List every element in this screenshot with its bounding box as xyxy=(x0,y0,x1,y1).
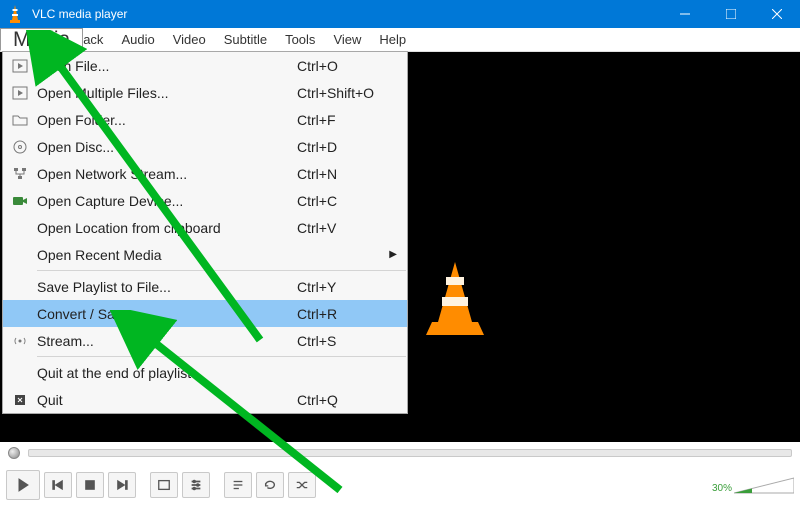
maximize-button[interactable] xyxy=(708,0,754,28)
playlist-button[interactable] xyxy=(224,472,252,498)
shuffle-button[interactable] xyxy=(288,472,316,498)
menu-shortcut: Ctrl+F xyxy=(297,112,407,128)
play-file-icon xyxy=(3,85,37,101)
menu-shortcut: Ctrl+S xyxy=(297,333,407,349)
play-file-icon xyxy=(3,58,37,74)
capture-icon xyxy=(3,193,37,209)
volume-control[interactable]: 30% xyxy=(712,476,794,494)
play-button[interactable] xyxy=(6,470,40,500)
window-title: VLC media player xyxy=(32,7,662,21)
menu-open-file[interactable]: Open File... Ctrl+O xyxy=(3,52,407,79)
menu-audio[interactable]: Audio xyxy=(112,28,163,51)
menu-help[interactable]: Help xyxy=(370,28,415,51)
menu-shortcut: Ctrl+Shift+O xyxy=(297,85,407,101)
menu-label: Open Location from clipboard xyxy=(37,220,297,236)
menu-media[interactable]: Media xyxy=(0,28,83,51)
menu-shortcut: Ctrl+O xyxy=(297,58,407,74)
menu-save-playlist[interactable]: Save Playlist to File... Ctrl+Y xyxy=(3,273,407,300)
menu-shortcut: Ctrl+V xyxy=(297,220,407,236)
next-button[interactable] xyxy=(108,472,136,498)
folder-icon xyxy=(3,112,37,128)
menu-convert-save[interactable]: Convert / Save... Ctrl+R xyxy=(3,300,407,327)
menu-view[interactable]: View xyxy=(324,28,370,51)
menu-subtitle[interactable]: Subtitle xyxy=(215,28,276,51)
menu-shortcut: Ctrl+Q xyxy=(297,392,407,408)
menu-shortcut: Ctrl+R xyxy=(297,306,407,322)
menu-separator xyxy=(37,356,406,357)
seek-handle[interactable] xyxy=(8,447,20,459)
minimize-button[interactable] xyxy=(662,0,708,28)
menu-label: Open Capture Device... xyxy=(37,193,297,209)
menu-playback-suffix[interactable]: ack xyxy=(83,28,112,51)
menu-label: Open File... xyxy=(37,58,297,74)
volume-percent: 30% xyxy=(712,483,732,494)
media-menu-dropdown: Open File... Ctrl+O Open Multiple Files.… xyxy=(2,51,408,414)
menu-tools[interactable]: Tools xyxy=(276,28,324,51)
quit-icon xyxy=(3,392,37,408)
title-bar: VLC media player xyxy=(0,0,800,28)
menu-quit-end[interactable]: Quit at the end of playlist xyxy=(3,359,407,386)
fullscreen-button[interactable] xyxy=(150,472,178,498)
menu-label: Save Playlist to File... xyxy=(37,279,297,295)
menu-shortcut: Ctrl+D xyxy=(297,139,407,155)
menu-open-multiple[interactable]: Open Multiple Files... Ctrl+Shift+O xyxy=(3,79,407,106)
menu-label: Open Recent Media xyxy=(37,247,407,263)
menu-quit[interactable]: Quit Ctrl+Q xyxy=(3,386,407,413)
playback-controls: 30% xyxy=(0,467,800,503)
menu-shortcut: Ctrl+N xyxy=(297,166,407,182)
menu-label: Convert / Save... xyxy=(37,306,297,322)
menu-open-capture[interactable]: Open Capture Device... Ctrl+C xyxy=(3,187,407,214)
seek-bar[interactable] xyxy=(0,442,800,464)
vlc-cone-icon xyxy=(4,3,26,25)
menu-stream[interactable]: Stream... Ctrl+S xyxy=(3,327,407,354)
menu-open-disc[interactable]: Open Disc... Ctrl+D xyxy=(3,133,407,160)
network-icon xyxy=(3,166,37,182)
menu-label: Stream... xyxy=(37,333,297,349)
menu-label: Open Folder... xyxy=(37,112,297,128)
volume-slider-icon[interactable] xyxy=(734,476,794,494)
vlc-cone-logo xyxy=(420,257,490,337)
stop-button[interactable] xyxy=(76,472,104,498)
extended-settings-button[interactable] xyxy=(182,472,210,498)
previous-button[interactable] xyxy=(44,472,72,498)
submenu-arrow-icon: ▶ xyxy=(389,249,397,260)
menu-open-folder[interactable]: Open Folder... Ctrl+F xyxy=(3,106,407,133)
menu-label: Open Network Stream... xyxy=(37,166,297,182)
menu-label: Quit at the end of playlist xyxy=(37,365,297,381)
menu-video[interactable]: Video xyxy=(164,28,215,51)
loop-button[interactable] xyxy=(256,472,284,498)
menu-shortcut: Ctrl+C xyxy=(297,193,407,209)
window-controls xyxy=(662,0,800,28)
menu-shortcut: Ctrl+Y xyxy=(297,279,407,295)
menu-label: Open Multiple Files... xyxy=(37,85,297,101)
stream-icon xyxy=(3,333,37,349)
menu-open-network[interactable]: Open Network Stream... Ctrl+N xyxy=(3,160,407,187)
menu-open-recent[interactable]: Open Recent Media ▶ xyxy=(3,241,407,268)
close-button[interactable] xyxy=(754,0,800,28)
menu-open-clipboard[interactable]: Open Location from clipboard Ctrl+V xyxy=(3,214,407,241)
menu-bar: Media ack Audio Video Subtitle Tools Vie… xyxy=(0,28,800,52)
seek-track[interactable] xyxy=(28,449,792,457)
disc-icon xyxy=(3,139,37,155)
menu-label: Quit xyxy=(37,392,297,408)
menu-separator xyxy=(37,270,406,271)
menu-label: Open Disc... xyxy=(37,139,297,155)
